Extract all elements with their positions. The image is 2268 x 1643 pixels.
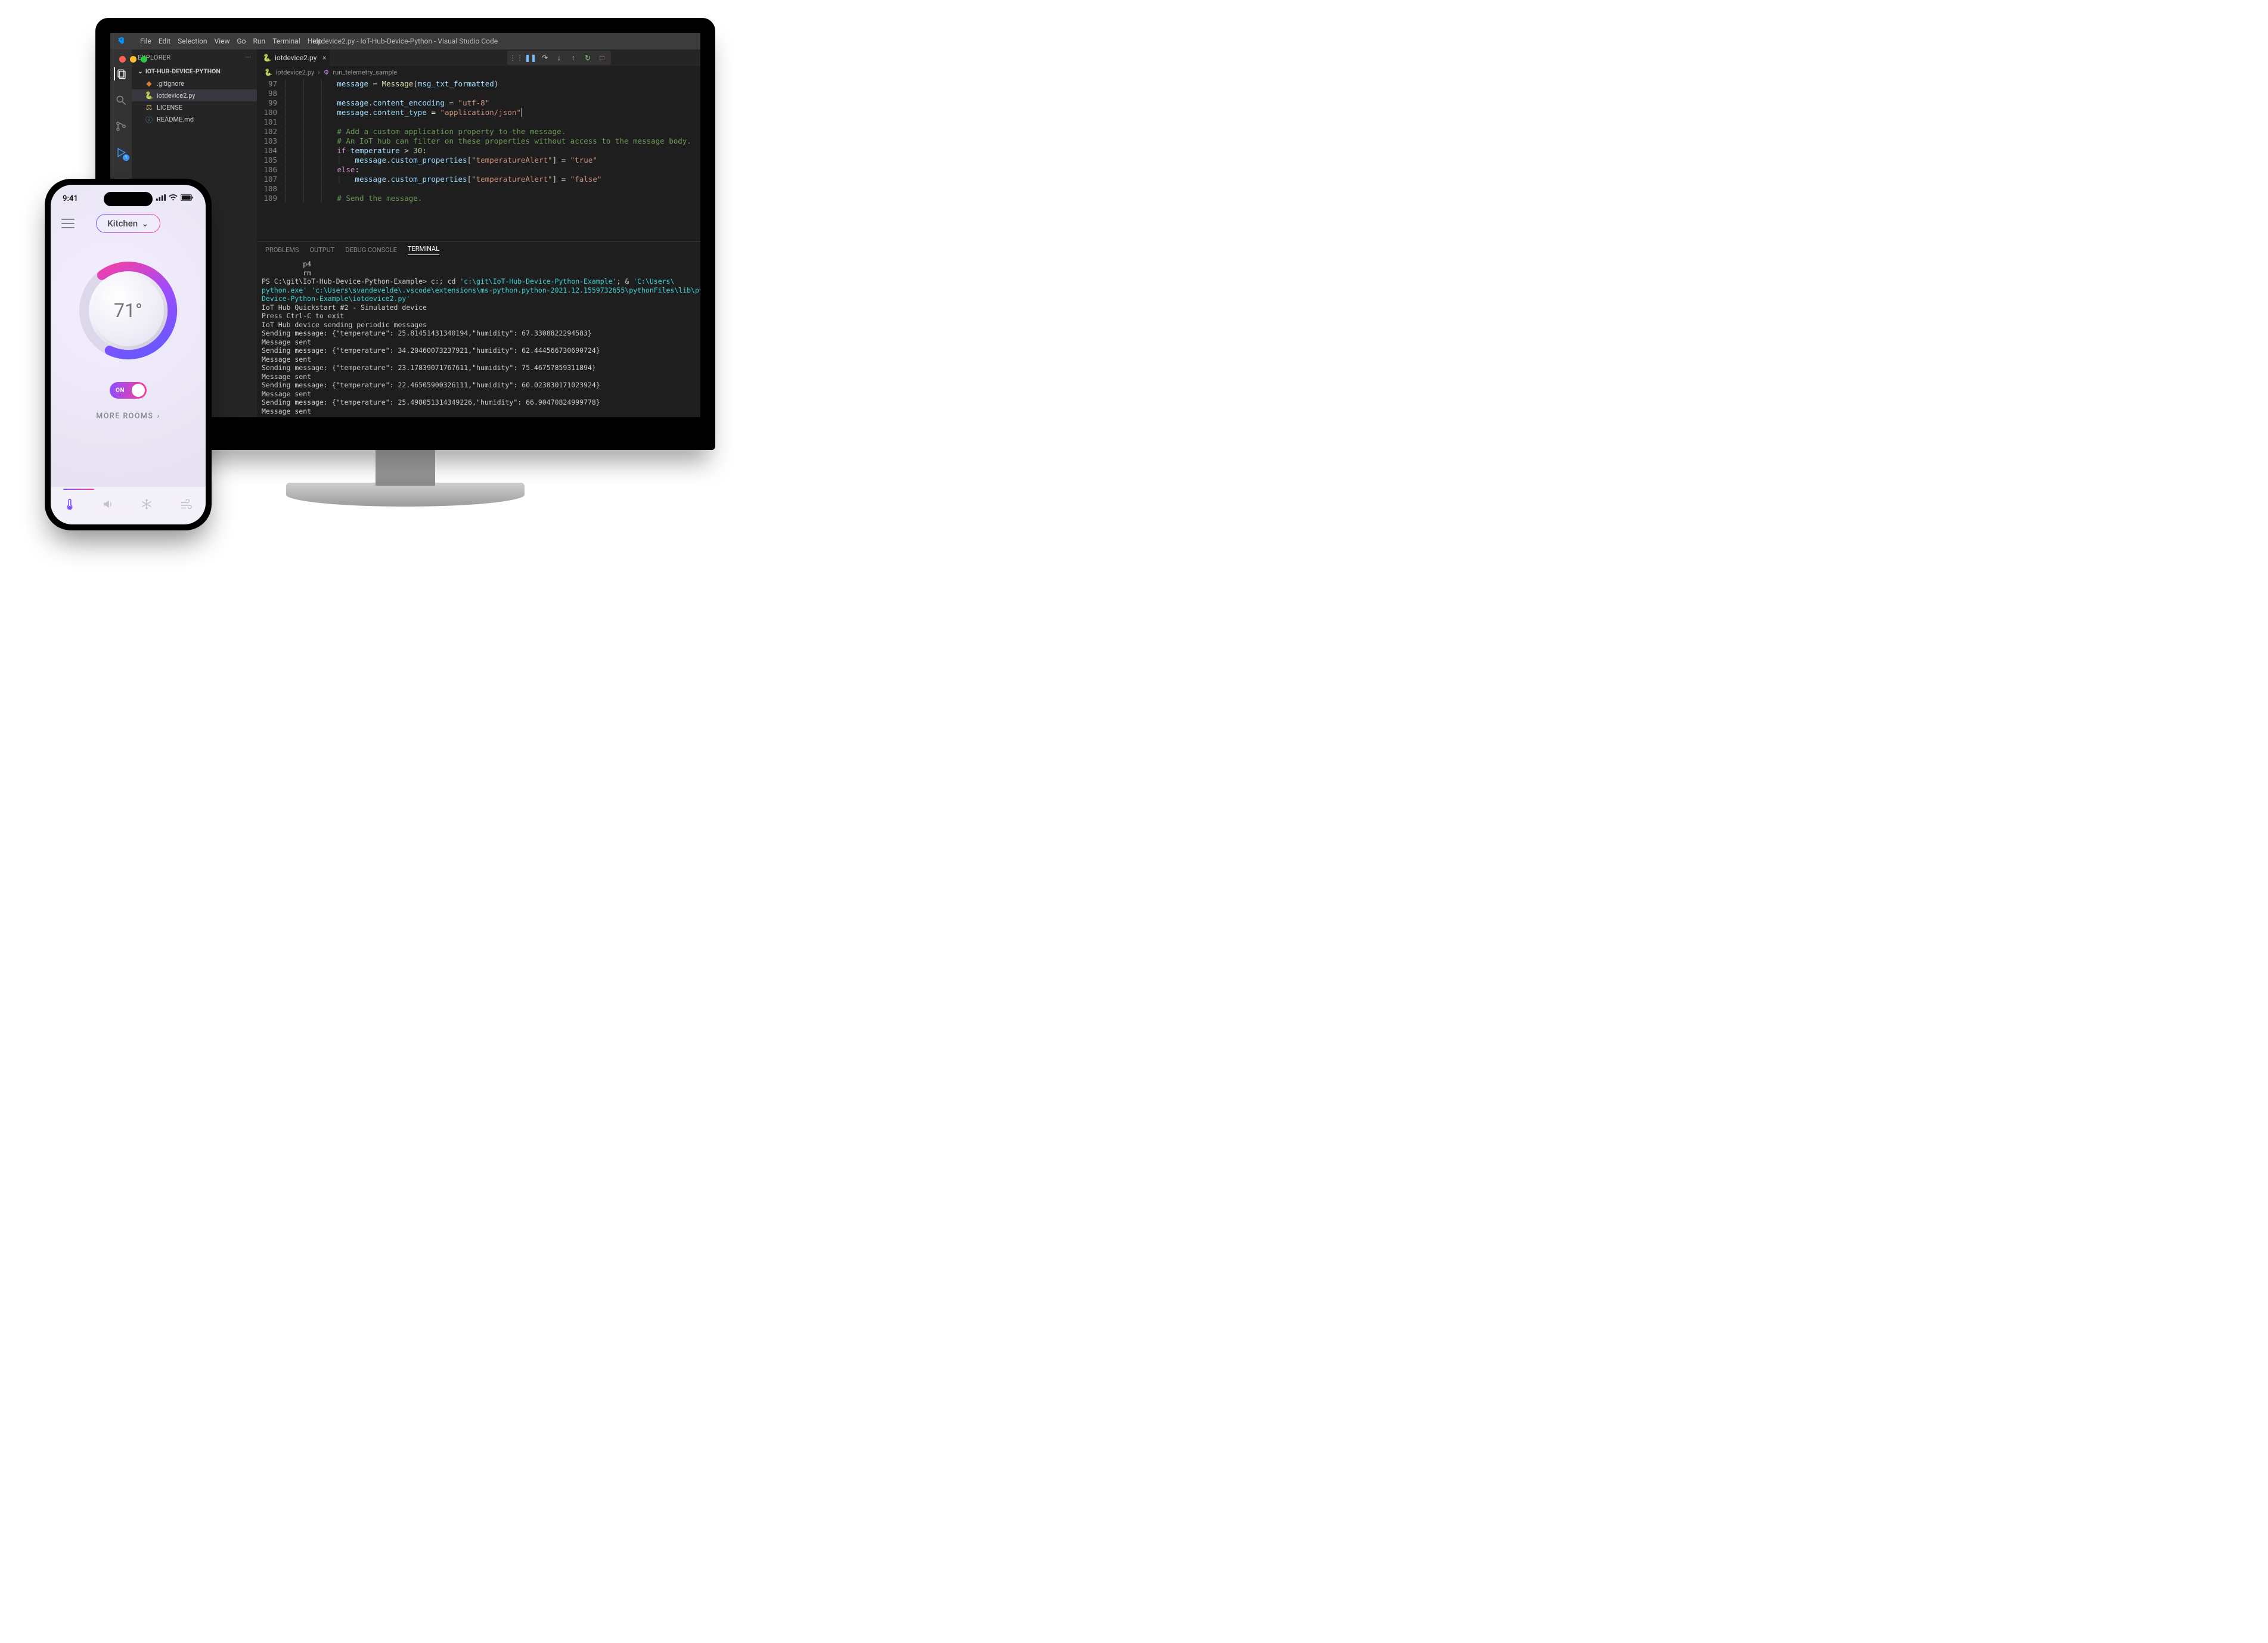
file-row-iotdevice2[interactable]: 🐍 iotdevice2.py [132,89,257,101]
phone-notch [104,192,153,206]
file-row-gitignore[interactable]: ◆ .gitignore [132,77,257,89]
python-icon: 🐍 [145,91,153,100]
file-label: README.md [157,116,194,123]
drag-handle-icon[interactable]: ⋮⋮ [512,54,520,62]
menu-selection[interactable]: Selection [178,37,207,45]
chevron-down-icon: ⌄ [138,67,143,75]
menu-help[interactable]: Help [308,37,322,45]
monitor-stand-base [286,483,525,507]
window-zoom-icon[interactable] [141,56,147,63]
tab-wind-icon[interactable] [179,499,193,513]
panel-tab-output[interactable]: OUTPUT [309,246,334,254]
window-close-icon[interactable] [119,56,126,63]
signal-icon [156,194,166,203]
activity-debug-icon[interactable]: 1 [114,146,128,159]
dial-arc-icon [75,257,182,364]
panel-tab-problems[interactable]: PROBLEMS [265,246,299,254]
active-tab-indicator [63,489,94,490]
chevron-right-icon: › [157,412,160,421]
terminal[interactable]: p4 rm PS C:\git\IoT-Hub-Device-Python-Ex… [257,257,700,417]
more-actions-icon[interactable]: ··· [245,54,251,61]
file-label: .gitignore [157,80,184,88]
git-icon: ◆ [145,79,153,88]
room-label: Kitchen [107,218,138,229]
phone-screen: 9:41 Kitchen ⌄ [51,185,206,524]
debug-pause-icon[interactable]: ❚❚ [526,54,535,62]
debug-restart-icon[interactable]: ↻ [584,54,592,62]
menu-go[interactable]: Go [237,37,246,45]
panel: PROBLEMS OUTPUT DEBUG CONSOLE TERMINAL p… [257,241,700,417]
toggle-label: ON [116,387,125,394]
breadcrumb-symbol[interactable]: run_telemetry_sample [333,69,397,76]
panel-tabs: PROBLEMS OUTPUT DEBUG CONSOLE TERMINAL [257,242,700,257]
monitor-stand-neck [376,450,435,486]
chevron-right-icon: › [318,69,319,76]
wifi-icon [169,194,178,203]
panel-tab-terminal[interactable]: TERMINAL [408,245,439,255]
panel-tab-debug-console[interactable]: DEBUG CONSOLE [345,246,397,254]
debug-step-over-icon[interactable]: ↷ [541,54,549,62]
breadcrumb-file[interactable]: iotdevice2.py [276,69,315,76]
vscode-menubar: File Edit Selection View Go Run Terminal… [110,33,700,49]
app-header: Kitchen ⌄ [51,203,206,239]
debug-stop-icon[interactable]: □ [598,54,606,62]
tab-thermometer-icon[interactable] [64,498,75,514]
code-editor[interactable]: 97 98 99 100 101 102 103 104 105 106 107… [257,78,700,241]
folder-header[interactable]: ⌄ IOT-HUB-DEVICE-PYTHON [132,65,257,77]
chevron-down-icon: ⌄ [141,218,149,229]
menu-icon[interactable] [61,219,75,228]
activity-scm-icon[interactable] [114,120,128,133]
menu-file[interactable]: File [140,37,151,45]
activity-search-icon[interactable] [114,94,128,107]
debug-step-into-icon[interactable]: ↓ [555,54,563,62]
menu-edit[interactable]: Edit [159,37,170,45]
menu-terminal[interactable]: Terminal [272,37,300,45]
power-toggle[interactable]: ON [110,382,147,399]
file-row-readme[interactable]: ⓘ README.md [132,113,257,125]
battery-icon [181,194,194,203]
close-icon[interactable]: × [322,54,326,62]
window-minimize-icon[interactable] [130,56,136,63]
line-gutter: 97 98 99 100 101 102 103 104 105 106 107… [257,78,283,241]
tab-label: iotdevice2.py [275,54,317,62]
window-controls [119,56,147,63]
file-label: iotdevice2.py [157,92,196,100]
temperature-dial[interactable]: 71° [75,257,182,364]
explorer-title: EXPLORER ··· [132,49,257,65]
breadcrumb[interactable]: 🐍 iotdevice2.py › ⚙ run_telemetry_sample [257,66,700,78]
phone-frame: 9:41 Kitchen ⌄ [45,179,212,530]
folder-name: IOT-HUB-DEVICE-PYTHON [145,67,221,75]
bottom-tab-bar [51,486,206,524]
debug-step-out-icon[interactable]: ↑ [569,54,578,62]
menu-view[interactable]: View [215,37,230,45]
menu-run[interactable]: Run [253,37,266,45]
tab-snowflake-icon[interactable] [141,498,153,513]
license-icon: ⚖ [145,103,153,111]
python-icon: 🐍 [263,54,271,62]
tab-iotdevice2[interactable]: 🐍 iotdevice2.py × [257,49,330,66]
more-rooms-label: MORE ROOMS [96,412,153,421]
info-icon: ⓘ [145,115,153,123]
tab-speaker-icon[interactable] [102,498,114,513]
editor-area: 🐍 iotdevice2.py × ⋮⋮ ❚❚ ↷ ↓ ↑ ↻ □ [257,49,700,417]
file-row-license[interactable]: ⚖ LICENSE [132,101,257,113]
file-label: LICENSE [157,104,182,111]
toggle-knob [132,384,145,397]
debug-toolbar[interactable]: ⋮⋮ ❚❚ ↷ ↓ ↑ ↻ □ [507,51,611,65]
vscode-logo-icon [115,36,125,47]
room-selector[interactable]: Kitchen ⌄ [96,214,160,233]
editor-tabs: 🐍 iotdevice2.py × ⋮⋮ ❚❚ ↷ ↓ ↑ ↻ □ [257,49,700,66]
activity-explorer-icon[interactable] [114,67,127,80]
more-rooms-button[interactable]: MORE ROOMS › [96,412,160,421]
code-body[interactable]: │ │ │ message = Message(msg_txt_formatte… [283,78,700,241]
status-time: 9:41 [63,194,78,203]
